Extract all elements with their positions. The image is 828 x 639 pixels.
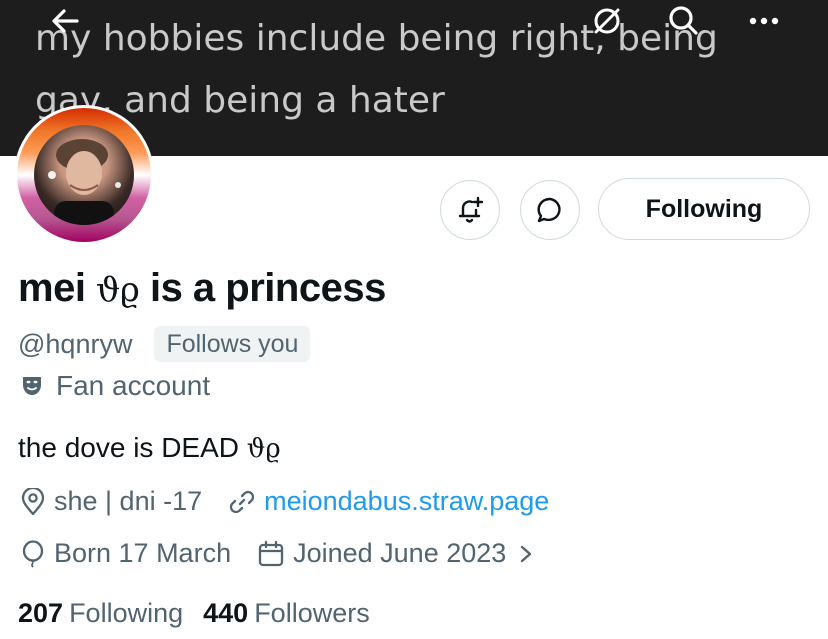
decrypt-button[interactable] (580, 0, 634, 42)
search-button[interactable] (656, 0, 710, 42)
more-icon (749, 17, 779, 25)
category-label: Fan account (56, 370, 211, 401)
profile-meta-row-2: Born 17 March Joined June 2023 (20, 538, 570, 569)
location-item: she | dni -17 (20, 486, 202, 517)
profile-meta-row-1: she | dni -17 meiondabus.straw.page (20, 486, 575, 517)
link-icon (229, 490, 255, 513)
bio-text: the dove is DEAD (18, 432, 247, 463)
following-button[interactable]: Following (598, 178, 810, 240)
profile-category: Fan account (20, 370, 210, 402)
more-button[interactable] (737, 0, 791, 42)
theater-masks-icon (23, 377, 41, 395)
avatar[interactable] (14, 105, 154, 245)
message-bubble-icon (537, 197, 561, 223)
display-name: mei ϑϱ is a princess (18, 266, 386, 311)
display-name-part1: mei (18, 266, 97, 310)
profile-bio: the dove is DEAD ϑϱ (18, 432, 281, 464)
followers-count: 440 (203, 598, 249, 628)
search-icon (669, 6, 698, 35)
following-label: Following (69, 598, 184, 628)
location-text: she | dni -17 (54, 486, 203, 516)
joined-item[interactable]: Joined June 2023 (257, 538, 544, 569)
joined-text: Joined June 2023 (293, 538, 507, 568)
bell-plus-icon (458, 196, 484, 223)
calendar-icon (258, 540, 284, 566)
user-handle: @hqnryw (18, 328, 133, 359)
website-link[interactable]: meiondabus.straw.page (264, 486, 549, 517)
decrypt-icon (594, 8, 620, 34)
back-button[interactable] (38, 0, 92, 42)
notification-bell-button[interactable] (440, 180, 500, 240)
birthday-text: Born 17 March (54, 538, 232, 568)
website-item[interactable]: meiondabus.straw.page (228, 486, 549, 517)
message-button[interactable] (520, 180, 580, 240)
follow-stats: 207 Following 440 Followers (18, 598, 390, 629)
balloon-icon (22, 539, 44, 568)
following-stat[interactable]: 207 Following (18, 598, 183, 629)
avatar-pride-ring (17, 108, 151, 242)
display-name-part2: is a princess (139, 266, 386, 310)
chevron-right-icon (521, 545, 532, 562)
followers-label: Followers (254, 598, 370, 628)
handle-row: @hqnryw Follows you (18, 326, 311, 362)
bio-symbols: ϑϱ (246, 434, 281, 464)
birthday-item: Born 17 March (20, 538, 231, 569)
display-name-symbols: ϑϱ (96, 270, 140, 310)
follows-you-badge: Follows you (154, 326, 311, 362)
following-count: 207 (18, 598, 64, 628)
arrow-left-icon (52, 9, 79, 33)
location-pin-icon (21, 487, 45, 515)
followers-stat[interactable]: 440 Followers (203, 598, 370, 629)
avatar-photo (34, 125, 134, 225)
